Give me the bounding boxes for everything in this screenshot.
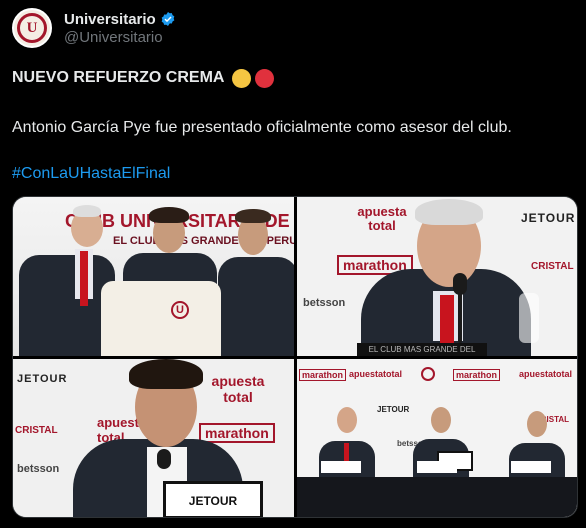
display-name[interactable]: Universitario [64, 11, 156, 28]
club-logo-icon: U [17, 13, 47, 43]
sponsor-marathon-2: marathon [453, 369, 501, 381]
sponsor-marathon: marathon [199, 423, 275, 443]
name-card-left [321, 461, 361, 473]
tweet-headline-line: NUEVO REFUERZO CREMA [12, 68, 574, 88]
verified-badge-icon [161, 12, 175, 26]
photo-panel-wide[interactable]: marathon apuestatotal marathon apuestato… [297, 359, 577, 517]
avatar-letter: U [26, 19, 38, 36]
table-footer-text: EL CLUB MAS GRANDE DEL PERU [357, 343, 487, 356]
sponsor-jetour: JETOUR [521, 211, 576, 225]
sponsor-cristal: CRISTAL [531, 261, 574, 272]
speaker-hair [129, 359, 203, 389]
person-left-hair [73, 205, 101, 217]
handle[interactable]: @Universitario [64, 29, 176, 46]
speaker-hair [415, 199, 483, 225]
photo-close-up-speaker[interactable]: JETOUR apuesta total apuesta total marat… [13, 359, 294, 517]
sponsor-apuesta-2: apuestatotal [519, 369, 573, 379]
sponsor-jetour: JETOUR [377, 405, 410, 414]
person-middle-hair [149, 207, 189, 223]
microphone-icon [157, 449, 171, 469]
panel-person-left-head [337, 407, 357, 433]
sponsor-marathon: marathon [299, 369, 347, 381]
name-row: Universitario [64, 11, 176, 28]
person-right-hair [235, 209, 271, 223]
podium-sign: JETOUR [163, 481, 263, 517]
speaker-tie [440, 295, 454, 347]
yellow-circle-icon [232, 68, 252, 88]
tweet-header: U Universitario @Universitario [12, 6, 176, 50]
photo-close-up-elder[interactable]: apuesta total marathon JETOUR CRISTAL be… [297, 197, 577, 356]
red-circle-icon [255, 68, 275, 88]
water-bottle [519, 293, 539, 343]
photo-presentation-shirt[interactable]: CLUB UNIVERSITARIO DE DEP EL CLUB MAS GR… [13, 197, 294, 356]
media-grid: CLUB UNIVERSITARIO DE DEP EL CLUB MAS GR… [12, 196, 578, 518]
person-left-tie [80, 251, 88, 306]
sponsor-apuesta: apuestatotal [349, 369, 403, 379]
sponsor-apuesta: apuesta total [211, 373, 265, 405]
sponsor-betsson: betsson [17, 463, 60, 475]
person-right [218, 257, 294, 356]
microphone-stand [458, 293, 462, 343]
panel-person-middle-head [431, 407, 451, 433]
club-logo-icon [421, 367, 435, 381]
account-names: Universitario @Universitario [64, 11, 176, 46]
tweet-body: Antonio García Pye fue presentado oficia… [12, 119, 512, 136]
name-card-right [511, 461, 551, 473]
panel-person-right-head [527, 411, 547, 437]
tweet-headline: NUEVO REFUERZO CREMA [12, 69, 225, 86]
name-card-middle [417, 461, 457, 473]
team-jersey [101, 281, 221, 356]
press-table [297, 477, 577, 517]
avatar[interactable]: U [12, 8, 52, 48]
sponsor-cristal: CRISTAL [15, 425, 58, 436]
jersey-logo-icon: U [171, 301, 189, 319]
microphone-icon [453, 273, 467, 295]
sponsor-betsson: betsson [303, 297, 346, 309]
hashtag-link[interactable]: #ConLaUHastaElFinal [12, 164, 574, 184]
sponsor-jetour: JETOUR [17, 373, 68, 385]
sponsor-apuesta: apuesta total [357, 204, 407, 233]
